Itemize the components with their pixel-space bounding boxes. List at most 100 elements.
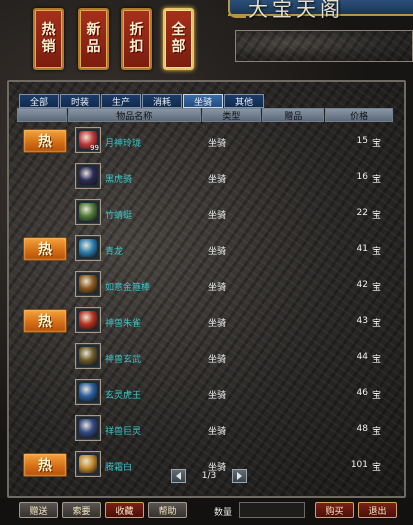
table-row[interactable]: 热 青龙 坐骑 41 宝	[17, 231, 394, 266]
item-name: 神兽玄武	[105, 355, 142, 365]
giant-beast-icon[interactable]	[75, 415, 101, 441]
tab-1[interactable]: 时装	[60, 94, 100, 108]
tab-2[interactable]: 生产	[101, 94, 141, 108]
mount-dragon-cyan-icon[interactable]	[75, 235, 101, 261]
item-art	[79, 311, 97, 329]
buy-button[interactable]: 购买	[315, 502, 354, 518]
item-art	[79, 203, 97, 221]
item-price: 16	[356, 172, 368, 182]
item-name: 黑虎骑	[105, 175, 133, 185]
item-type: 坐骑	[207, 247, 226, 257]
header-price: 价格	[325, 108, 393, 122]
item-price: 46	[356, 388, 368, 398]
category-char: 全	[171, 22, 186, 38]
table-row[interactable]: 黑虎骑 坐骑 16 宝	[17, 159, 394, 194]
request-button[interactable]: 索要	[62, 502, 101, 518]
mount-horse-red-icon[interactable]: 99	[75, 127, 101, 153]
currency-unit: 宝	[372, 355, 382, 365]
item-type: 坐骑	[207, 139, 226, 149]
item-name: 如意金箍棒	[105, 283, 151, 293]
currency-unit: 宝	[372, 283, 382, 293]
arrow-right-icon	[237, 472, 242, 480]
item-art	[79, 275, 97, 293]
bamboo-dragonfly-icon[interactable]	[75, 199, 101, 225]
category-char: 品	[86, 39, 101, 55]
currency-unit: 宝	[372, 391, 382, 401]
item-quantity: 99	[90, 144, 99, 152]
next-page-button[interactable]	[232, 469, 247, 483]
item-price: 15	[356, 136, 368, 146]
white-frost-horse-icon[interactable]	[75, 451, 101, 477]
table-row[interactable]: 神兽玄武 坐骑 44 宝	[17, 339, 394, 374]
item-price: 42	[356, 280, 368, 290]
category-button-3[interactable]: 全部	[163, 8, 194, 70]
category-char: 扣	[129, 39, 144, 55]
item-type: 坐骑	[207, 319, 226, 329]
golden-staff-icon[interactable]	[75, 271, 101, 297]
mount-tiger-black-icon[interactable]	[75, 163, 101, 189]
tab-0[interactable]: 全部	[19, 94, 59, 108]
table-row[interactable]: 祥兽巨灵 坐骑 48 宝	[17, 411, 394, 446]
category-button-0[interactable]: 热销	[33, 8, 64, 70]
item-art	[79, 455, 97, 473]
tab-bar: 全部 时装 生产 消耗 坐骑 其他	[19, 94, 265, 108]
vermilion-bird-icon[interactable]	[75, 307, 101, 333]
item-price: 43	[356, 316, 368, 326]
currency-unit: 宝	[372, 175, 382, 185]
tab-5[interactable]: 其他	[224, 94, 264, 108]
item-price: 101	[350, 460, 368, 470]
category-button-1[interactable]: 新品	[78, 8, 109, 70]
tab-3[interactable]: 消耗	[142, 94, 182, 108]
category-char: 部	[171, 39, 186, 55]
header-gift: 赠品	[262, 108, 325, 122]
item-name: 神兽朱雀	[105, 319, 142, 329]
quantity-input[interactable]	[239, 502, 305, 518]
item-type: 坐骑	[207, 175, 226, 185]
favorite-button[interactable]: 收藏	[105, 502, 144, 518]
banner-edge	[228, 0, 246, 18]
table-header: 物品名称 类型 赠品 价格	[17, 108, 394, 122]
table-row[interactable]: 竹蜻蜓 坐骑 22 宝	[17, 195, 394, 230]
item-art	[79, 239, 97, 257]
black-tortoise-icon[interactable]	[75, 343, 101, 369]
item-price: 22	[356, 208, 368, 218]
item-type: 坐骑	[207, 283, 226, 293]
hot-badge: 热	[23, 309, 67, 333]
table-row[interactable]: 玄灵虎王 坐骑 46 宝	[17, 375, 394, 410]
hot-badge: 热	[23, 237, 67, 261]
currency-unit: 宝	[372, 247, 382, 257]
item-name: 腾霜白	[105, 463, 133, 473]
item-name: 祥兽巨灵	[105, 427, 142, 437]
tab-4[interactable]: 坐骑	[183, 94, 223, 108]
prev-page-button[interactable]	[171, 469, 186, 483]
info-panel	[235, 30, 413, 62]
item-type: 坐骑	[207, 391, 226, 401]
item-name: 玄灵虎王	[105, 391, 142, 401]
currency-unit: 宝	[372, 319, 382, 329]
item-name: 竹蜻蜓	[105, 211, 133, 221]
table-row[interactable]: 热 99 月神玲珑 坐骑 15 宝	[17, 123, 394, 158]
table-row[interactable]: 如意金箍棒 坐骑 42 宝	[17, 267, 394, 302]
item-art	[79, 347, 97, 365]
arrow-left-icon	[176, 472, 181, 480]
item-type: 坐骑	[207, 427, 226, 437]
category-button-2[interactable]: 折扣	[121, 8, 152, 70]
page-indicator: 1/3	[201, 471, 217, 481]
category-char: 折	[129, 22, 144, 38]
item-name: 月神玲珑	[105, 139, 142, 149]
item-price: 48	[356, 424, 368, 434]
table-row[interactable]: 热 神兽朱雀 坐骑 43 宝	[17, 303, 394, 338]
item-art	[79, 419, 97, 437]
hot-badge: 热	[23, 453, 67, 477]
exit-button[interactable]: 退出	[358, 502, 397, 518]
header-item-name: 物品名称	[67, 108, 201, 122]
quantity-label: 数量	[214, 508, 233, 518]
item-type: 坐骑	[207, 211, 226, 221]
header-type: 类型	[201, 108, 262, 122]
help-button[interactable]: 帮助	[148, 502, 187, 518]
gift-button[interactable]: 赠送	[19, 502, 58, 518]
item-rows: 热 99 月神玲珑 坐骑 15 宝黑虎骑 坐骑 16 宝竹蜻蜓 坐骑 22 宝热青龙 坐骑 41 宝如意金箍…	[17, 122, 394, 482]
tiger-king-icon[interactable]	[75, 379, 101, 405]
currency-unit: 宝	[372, 139, 382, 149]
currency-unit: 宝	[372, 211, 382, 221]
